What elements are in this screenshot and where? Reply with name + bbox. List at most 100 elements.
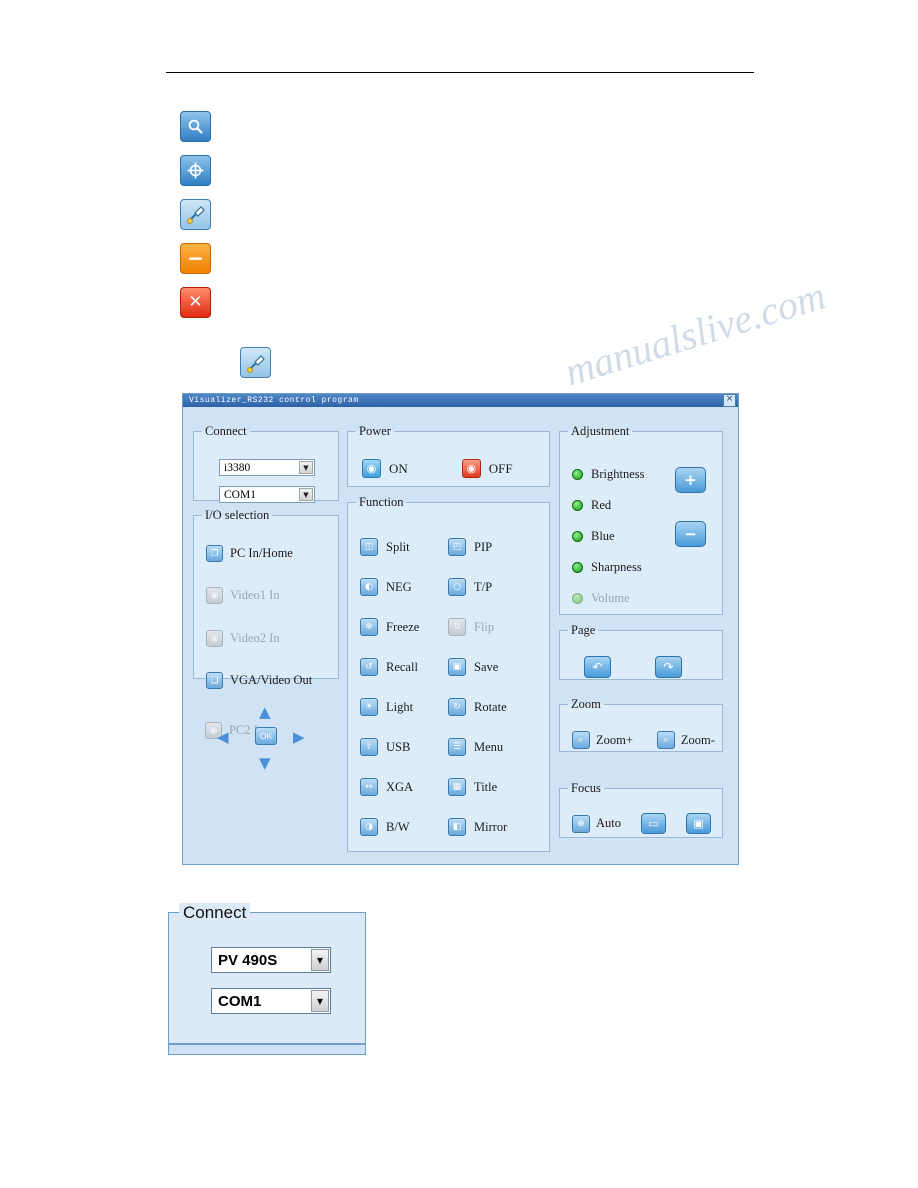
focus-auto-label: Auto <box>596 816 621 830</box>
zoom-in-label: Zoom+ <box>596 732 633 747</box>
function-flip[interactable]: ⇅ Flip <box>448 607 544 647</box>
io-item-video1-in[interactable]: ◉ Video1 In <box>206 587 280 604</box>
adjustment-volume[interactable]: Volume <box>572 583 644 614</box>
function-mirror[interactable]: ◧ Mirror <box>448 807 544 847</box>
decrease-button[interactable]: − <box>675 521 706 547</box>
nav-left-button[interactable]: ◀ <box>217 728 229 746</box>
function-label: USB <box>386 739 411 754</box>
neg-icon: ◐ <box>360 578 378 596</box>
function-save[interactable]: ▣ Save <box>448 647 544 687</box>
power-off-button[interactable]: ◉ OFF <box>461 459 513 478</box>
io-selection-group: I/O selection ❐ PC In/Home ◉ Video1 In ◉… <box>193 508 339 689</box>
chevron-down-icon[interactable]: ▼ <box>311 949 329 971</box>
function-label: B/W <box>386 819 410 834</box>
io-item-video2-in[interactable]: ◉ Video2 In <box>206 630 280 647</box>
icon-legend-column: − ✕ <box>180 104 211 324</box>
function-label: Mirror <box>474 819 508 834</box>
icon-row-close: ✕ <box>180 280 211 324</box>
menu-icon: ☰ <box>448 738 466 756</box>
lamp-icon-inline <box>240 347 271 378</box>
navigation-pad: ▲ ◀ ▶ ▼ OK <box>193 685 339 793</box>
function-tp[interactable]: ○ T/P <box>448 567 544 607</box>
function-rotate[interactable]: ↻ Rotate <box>448 687 544 727</box>
nav-ok-button[interactable]: OK <box>255 727 277 745</box>
function-bw[interactable]: ◑ B/W <box>360 807 448 847</box>
control-program-window: Visualizer_RS232 control program × Conne… <box>182 393 739 865</box>
adjustment-brightness[interactable]: Brightness <box>572 459 644 490</box>
zoom-legend: Zoom <box>571 697 601 711</box>
function-title[interactable]: ▦ Title <box>448 767 544 807</box>
zoom-in-button[interactable]: ⌕ Zoom+ <box>572 731 633 749</box>
function-group: Function ◫ Split ◰ PIP ◐ NEG ○ T/P ❄ Freeze ⇅… <box>347 495 550 852</box>
search-icon <box>180 110 211 142</box>
page-previous-icon[interactable]: ↶ <box>584 656 611 678</box>
function-label: NEG <box>386 579 412 594</box>
adjustment-blue[interactable]: Blue <box>572 521 644 552</box>
function-label: Title <box>474 779 498 794</box>
mirror-icon: ◧ <box>448 818 466 836</box>
tp-icon: ○ <box>448 578 466 596</box>
power-group: Power ◉ ON ◉ OFF <box>347 424 550 487</box>
adjustment-label: Volume <box>591 591 630 605</box>
status-led-icon <box>572 531 583 542</box>
zoom-buttons: ⌕ Zoom+ ⌕ Zoom- <box>572 731 715 749</box>
function-label: Menu <box>474 739 504 754</box>
function-usb[interactable]: ⇧ USB <box>360 727 448 767</box>
nav-down-button[interactable]: ▼ <box>259 754 271 772</box>
page-next-icon[interactable]: ↷ <box>655 656 682 678</box>
connect-detail-model-select[interactable]: PV 490S ▼ <box>211 947 331 973</box>
increase-button[interactable]: + <box>675 467 706 493</box>
function-label: Save <box>474 659 499 674</box>
focus-far-icon[interactable]: ▣ <box>686 813 711 834</box>
function-split[interactable]: ◫ Split <box>360 527 448 567</box>
adjustment-label: Red <box>591 498 612 512</box>
bw-icon: ◑ <box>360 818 378 836</box>
function-recall[interactable]: ↺ Recall <box>360 647 448 687</box>
video1-in-icon: ◉ <box>206 587 223 604</box>
function-pip[interactable]: ◰ PIP <box>448 527 544 567</box>
chevron-down-icon[interactable]: ▼ <box>299 488 313 501</box>
io-item-label: Video1 In <box>230 588 280 602</box>
chevron-down-icon[interactable]: ▼ <box>311 990 329 1012</box>
power-on-button[interactable]: ◉ ON <box>362 459 408 478</box>
window-close-button[interactable]: × <box>723 394 736 407</box>
xga-icon: ↔ <box>360 778 378 796</box>
zoom-out-button[interactable]: ⌕ Zoom- <box>656 731 715 749</box>
function-neg[interactable]: ◐ NEG <box>360 567 448 607</box>
function-freeze[interactable]: ❄ Freeze <box>360 607 448 647</box>
status-led-icon <box>572 562 583 573</box>
connect-detail-footer <box>168 1044 366 1055</box>
model-select[interactable]: i3380 ▼ <box>219 459 315 476</box>
connect-detail-panel: Connect PV 490S ▼ COM1 ▼ <box>168 903 366 1055</box>
icon-row-minimize: − <box>180 236 211 280</box>
io-item-label: Video2 In <box>230 631 280 645</box>
focus-group: Focus ⊕ Auto ▭ ▣ <box>559 781 723 838</box>
function-xga[interactable]: ↔ XGA <box>360 767 448 807</box>
focus-auto-button[interactable]: ⊕ Auto <box>572 814 621 833</box>
chevron-down-icon[interactable]: ▼ <box>299 461 313 474</box>
zoom-out-label: Zoom- <box>680 732 715 747</box>
adjustment-sharpness[interactable]: Sharpness <box>572 552 644 583</box>
zoom-group: Zoom ⌕ Zoom+ ⌕ Zoom- <box>559 697 723 752</box>
adjustment-stepper: + − <box>675 467 706 575</box>
page-legend: Page <box>571 623 596 637</box>
nav-up-button[interactable]: ▲ <box>259 703 271 721</box>
port-select[interactable]: COM1 ▼ <box>219 486 315 503</box>
function-light[interactable]: ☀ Light <box>360 687 448 727</box>
page-buttons: ↶ ↷ <box>584 656 682 678</box>
connect-detail-port-select[interactable]: COM1 ▼ <box>211 988 331 1014</box>
rotate-icon: ↻ <box>448 698 466 716</box>
save-icon: ▣ <box>448 658 466 676</box>
port-select-value: COM1 <box>224 488 256 501</box>
title-icon: ▦ <box>448 778 466 796</box>
focus-near-icon[interactable]: ▭ <box>641 813 666 834</box>
io-item-pc-in-home[interactable]: ❐ PC In/Home <box>206 545 293 562</box>
model-select-value: i3380 <box>224 461 251 474</box>
status-led-icon <box>572 469 583 480</box>
function-menu[interactable]: ☰ Menu <box>448 727 544 767</box>
power-on-icon: ◉ <box>362 459 381 478</box>
adjustment-red[interactable]: Red <box>572 490 644 521</box>
connect-group: Connect i3380 ▼ COM1 ▼ <box>193 424 339 503</box>
light-icon: ☀ <box>360 698 378 716</box>
nav-right-button[interactable]: ▶ <box>293 728 305 746</box>
